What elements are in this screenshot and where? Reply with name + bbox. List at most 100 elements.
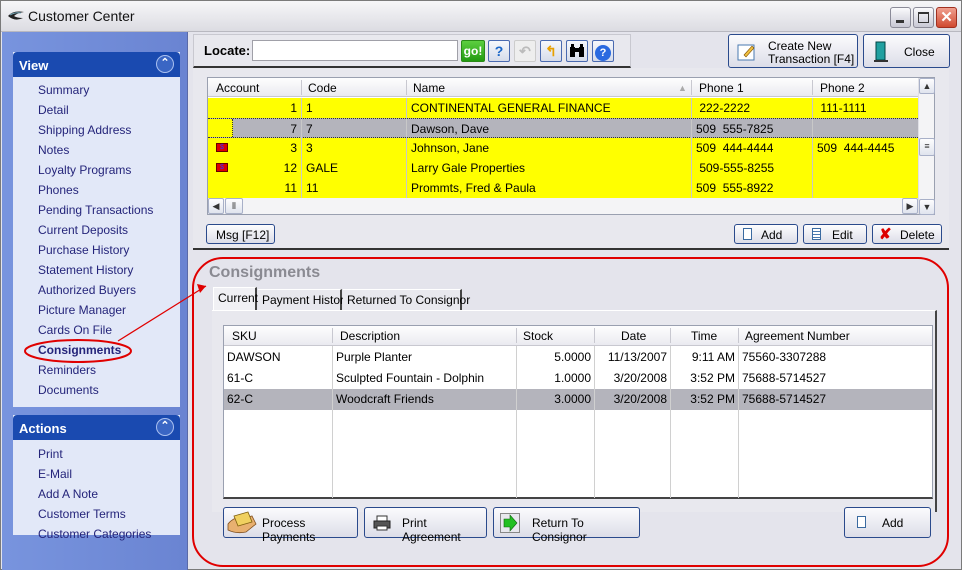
help-question-icon[interactable]: ? (488, 40, 510, 62)
cell-name: CONTINENTAL GENERAL FINANCE (411, 101, 611, 115)
consignment-row[interactable]: 61-C Sculpted Fountain - Dolphin 1.0000 3/2… (224, 368, 932, 389)
back-arrow-icon[interactable]: ↰ (540, 40, 562, 62)
customer-row[interactable]: $3 3 Johnson, Jane 509 444-4444 509 444-4445 (208, 138, 924, 158)
tab-returned-to-consignor[interactable]: Returned To Consignor (343, 289, 470, 310)
cell-account: 11 (284, 181, 297, 195)
sidebar-item-phones[interactable]: Phones (13, 180, 180, 200)
balance-due-icon: $ (216, 163, 228, 172)
actions-panel: Actions ⌃ Print E-Mail Add A Note Custom… (13, 415, 180, 541)
sidebar-item-consignments[interactable]: Consignments (13, 340, 180, 360)
col-name[interactable]: Name (413, 81, 445, 95)
scroll-left-icon[interactable]: ◀ (208, 198, 224, 214)
consignments-title: Consignments (209, 264, 321, 281)
action-add-note[interactable]: Add A Note (13, 484, 180, 504)
scroll-up-icon[interactable]: ▲ (919, 78, 935, 94)
tab-payment-history[interactable]: Payment History (258, 289, 350, 310)
customer-row[interactable]: 7 7 Dawson, Dave 509 555-7825 (208, 118, 924, 139)
maximize-button[interactable] (913, 7, 934, 28)
col-time[interactable]: Time (691, 329, 717, 343)
col-phone2[interactable]: Phone 2 (820, 81, 865, 95)
sidebar-item-reminders[interactable]: Reminders (13, 360, 180, 380)
sidebar-item-notes[interactable]: Notes (13, 140, 180, 160)
col-sku[interactable]: SKU (232, 329, 257, 343)
collapse-actions-icon[interactable]: ⌃ (156, 418, 174, 436)
delete-customer-button[interactable]: ✘ Delete (872, 224, 942, 244)
cell-account: 7 (290, 122, 297, 136)
customer-horizontal-scrollbar[interactable]: ◀ ⦀ ▶ (208, 198, 918, 214)
add-customer-button[interactable]: Add (734, 224, 798, 244)
door-exit-icon (874, 41, 888, 62)
col-agreement-number[interactable]: Agreement Number (745, 329, 850, 343)
sidebar-item-documents[interactable]: Documents (13, 380, 180, 400)
sidebar-item-detail[interactable]: Detail (13, 100, 180, 120)
action-customer-terms[interactable]: Customer Terms (13, 504, 180, 524)
collapse-view-icon[interactable]: ⌃ (156, 55, 174, 73)
consignment-row[interactable]: 62-C Woodcraft Friends 3.0000 3/20/2008 3:52… (224, 389, 932, 410)
sidebar-item-cards-on-file[interactable]: Cards On File (13, 320, 180, 340)
view-panel: View ⌃ Summary Detail Shipping Address N… (13, 52, 180, 407)
edit-customer-button[interactable]: Edit (803, 224, 867, 244)
col-code[interactable]: Code (308, 81, 337, 95)
action-customer-categories[interactable]: Customer Categories (13, 524, 180, 544)
sidebar-item-authorized-buyers[interactable]: Authorized Buyers (13, 280, 180, 300)
tab-current[interactable]: Current (213, 287, 258, 310)
cell-agreement-number: 75560-3307288 (742, 350, 827, 364)
scroll-thumb[interactable]: ≡ (919, 138, 935, 156)
col-stock[interactable]: Stock (523, 329, 553, 343)
customer-row[interactable]: 1 1 CONTINENTAL GENERAL FINANCE 222-2222 1… (208, 98, 924, 118)
sidebar-item-statement-history[interactable]: Statement History (13, 260, 180, 280)
consignment-row[interactable]: DAWSON Purple Planter 5.0000 11/13/2007 9:11… (224, 347, 932, 368)
customer-vertical-scrollbar[interactable]: ▲ ≡ ▼ (918, 78, 935, 215)
action-email[interactable]: E-Mail (13, 464, 180, 484)
process-payments-button[interactable]: Process Payments (223, 507, 358, 544)
msg-button[interactable]: Msg [F12] (206, 224, 275, 244)
col-account[interactable]: Account (216, 81, 259, 95)
consignments-section: Consignments Current Payment History Ret… (193, 253, 951, 569)
col-description[interactable]: Description (340, 329, 400, 343)
locate-input[interactable] (252, 40, 458, 61)
window-title: Customer Center (28, 8, 135, 24)
return-to-consignor-button[interactable]: Return To Consignor (493, 507, 640, 544)
cell-phone1: 509-555-8255 (696, 161, 775, 175)
cell-description: Sculpted Fountain - Dolphin (336, 371, 485, 385)
cell-sku: DAWSON (227, 350, 281, 364)
go-button[interactable]: go! (461, 40, 485, 62)
sidebar-item-purchase-history[interactable]: Purchase History (13, 240, 180, 260)
cell-phone2: 111-1111 (817, 101, 867, 115)
undo-arrow-icon[interactable]: ↶ (514, 40, 536, 62)
action-print[interactable]: Print (13, 444, 180, 464)
locate-toolbar: Locate: go! ? ↶ ↰ ? (193, 34, 631, 68)
cell-description: Purple Planter (336, 350, 413, 364)
sidebar-item-loyalty-programs[interactable]: Loyalty Programs (13, 160, 180, 180)
add-consignment-button[interactable]: Add (844, 507, 931, 538)
col-phone1[interactable]: Phone 1 (699, 81, 744, 95)
info-help-icon[interactable]: ? (592, 40, 614, 62)
minimize-button[interactable] (890, 7, 911, 28)
create-new-transaction-button[interactable]: Create New Transaction [F4] (728, 34, 858, 68)
scroll-down-icon[interactable]: ▼ (919, 199, 935, 215)
close-window-button[interactable]: ✕ (936, 7, 957, 28)
actions-panel-header[interactable]: Actions ⌃ (13, 415, 180, 440)
sidebar-item-summary[interactable]: Summary (13, 80, 180, 100)
sidebar-item-shipping-address[interactable]: Shipping Address (13, 120, 180, 140)
sidebar-item-picture-manager[interactable]: Picture Manager (13, 300, 180, 320)
customer-row[interactable]: 11 11 Prommts, Fred & Paula 509 555-8922 (208, 178, 924, 198)
cell-code: 11 (306, 181, 319, 195)
scroll-right-icon[interactable]: ▶ (902, 198, 918, 214)
sidebar-item-current-deposits[interactable]: Current Deposits (13, 220, 180, 240)
hscroll-thumb[interactable]: ⦀ (225, 198, 243, 214)
edit-label: Edit (832, 228, 853, 242)
print-agreement-button[interactable]: Print Agreement (364, 507, 487, 544)
customer-list-frame: Account Code Name ▲ Phone 1 Phone 2 1 1 CO… (193, 68, 949, 250)
print-agreement-label: Print Agreement (402, 516, 461, 544)
view-panel-header[interactable]: View ⌃ (13, 52, 180, 77)
cell-account: 3 (290, 141, 297, 155)
close-button[interactable]: Close (863, 34, 950, 68)
printer-icon (373, 515, 391, 531)
binoculars-icon[interactable] (566, 40, 588, 62)
customer-row[interactable]: $12 GALE Larry Gale Properties 509-555-825… (208, 158, 924, 178)
col-date[interactable]: Date (621, 329, 646, 343)
sidebar-item-pending-transactions[interactable]: Pending Transactions (13, 200, 180, 220)
customer-grid: Account Code Name ▲ Phone 1 Phone 2 1 1 CO… (207, 77, 935, 215)
cell-date: 11/13/2007 (607, 350, 667, 364)
